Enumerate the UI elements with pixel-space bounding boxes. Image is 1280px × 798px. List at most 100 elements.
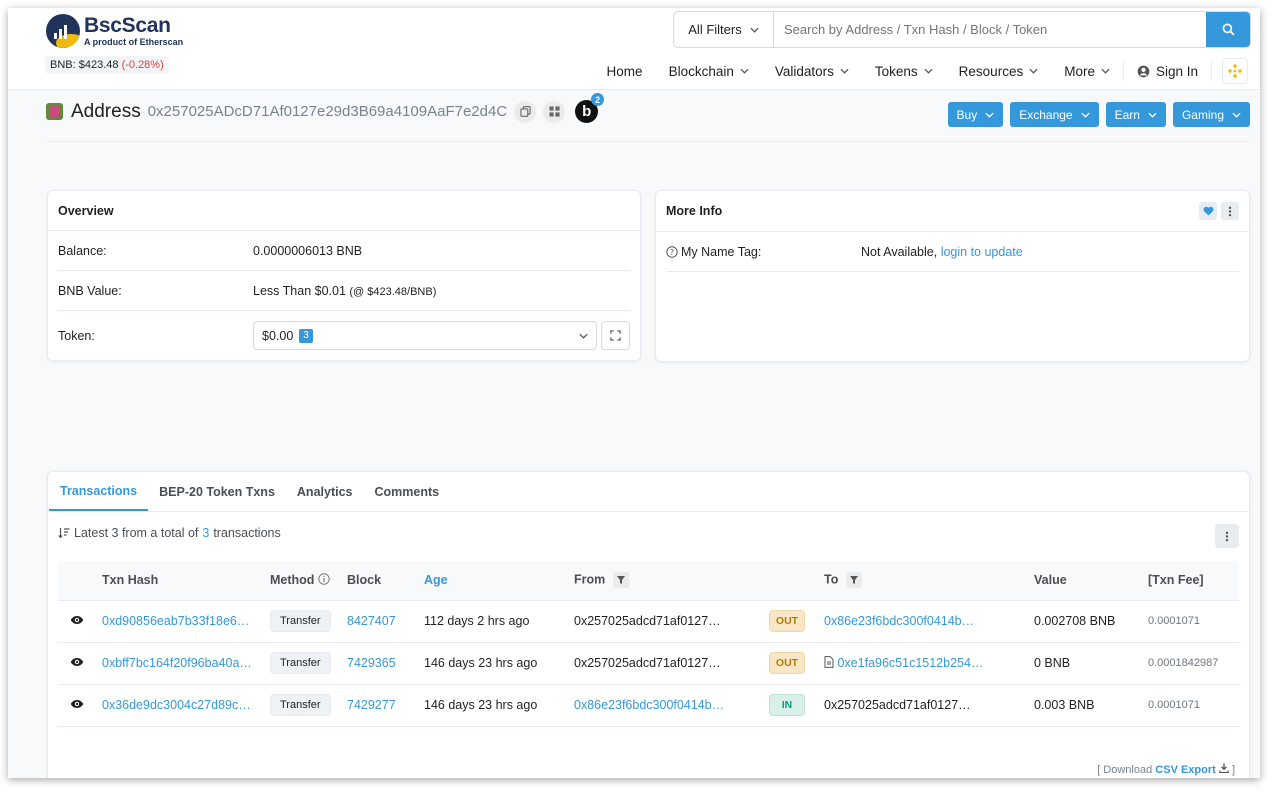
bnb-network-button[interactable] (1222, 58, 1248, 84)
blockscan-chat-badge[interactable]: b 2 (575, 93, 605, 123)
tab-transactions[interactable]: Transactions (49, 472, 149, 511)
copy-address-button[interactable] (514, 100, 537, 123)
header-value: Value (1034, 561, 1148, 601)
login-to-update-link[interactable]: login to update (941, 245, 1023, 259)
txn-hash-link[interactable]: 0xbff7bc164f20f96ba40a… (102, 656, 252, 670)
more-info-card: More Info ? My Name Tag: Not Available, … (655, 190, 1250, 362)
from-address-link[interactable]: 0x86e23f6bdc300f0414b… (574, 698, 724, 712)
qr-code-icon (549, 106, 560, 117)
chevron-down-icon (924, 68, 933, 74)
txn-hash-link[interactable]: 0xd90856eab7b33f18e6… (102, 614, 249, 628)
header-age-toggle[interactable]: Age (424, 561, 574, 601)
svg-text:?: ? (670, 247, 674, 256)
info-circle-icon[interactable] (318, 573, 330, 585)
heart-icon (1203, 206, 1213, 216)
eye-icon[interactable] (70, 657, 84, 667)
heading-divider (46, 141, 1250, 142)
csv-export-link[interactable]: CSV Export (1155, 764, 1216, 776)
header-direction (769, 561, 824, 601)
gaming-button-label: Gaming (1181, 107, 1224, 122)
nav-sign-in[interactable]: Sign In (1124, 61, 1211, 81)
address-avatar (46, 103, 63, 120)
bnb-price[interactable]: BNB: $423.48 (-0.28%) (45, 56, 169, 74)
tab-analytics[interactable]: Analytics (286, 472, 364, 511)
chevron-down-icon (1029, 68, 1038, 74)
nav-more[interactable]: More (1051, 61, 1123, 81)
balance-label: Balance: (58, 243, 107, 258)
search-filter-select[interactable]: All Filters (674, 12, 774, 47)
table-row: 0xd90856eab7b33f18e6… Transfer 8427407 1… (58, 600, 1239, 643)
nav-home-label: Home (606, 63, 643, 79)
summary-prefix: Latest 3 from a total of (74, 526, 199, 540)
nav-home[interactable]: Home (594, 61, 656, 81)
nav-blockchain[interactable]: Blockchain (656, 61, 762, 81)
bscscan-logo[interactable]: BscScan A product of Etherscan (46, 14, 183, 48)
chevron-down-icon (985, 112, 994, 118)
header-to-label: To (824, 572, 839, 587)
more-options-button[interactable] (1221, 202, 1239, 220)
nav-validators[interactable]: Validators (762, 61, 862, 81)
exchange-button[interactable]: Exchange (1010, 102, 1099, 127)
header-txn-hash: Txn Hash (102, 561, 270, 601)
overview-card: Overview Balance: 0.0000006013 BNB BNB V… (47, 190, 641, 361)
to-address-link[interactable]: 0xe1fa96c51c1512b254… (837, 656, 983, 670)
from-address: 0x257025adcd71af0127… (574, 600, 769, 643)
bnb-logo-icon (1227, 63, 1243, 79)
earn-button-label: Earn (1114, 107, 1140, 122)
search-input[interactable] (774, 12, 1206, 47)
nav-divider (1211, 61, 1212, 81)
qr-code-button[interactable] (543, 100, 566, 123)
block-link[interactable]: 8427407 (347, 614, 396, 628)
summary-suffix: transactions (213, 526, 281, 540)
tab-comments[interactable]: Comments (364, 472, 451, 511)
value-cell: 0.002708 BNB (1034, 600, 1148, 643)
fee-cell: 0.0001842987 (1148, 642, 1239, 685)
header-to: To (824, 561, 1034, 601)
address-heading: Address 0x257025ADcD71Af0127e29d3B69a410… (46, 93, 605, 123)
transactions-summary: Latest 3 from a total of 3 transactions (58, 526, 281, 540)
fee-cell: 0.0001071 (1148, 684, 1239, 727)
bnb-value-row: BNB Value: Less Than $0.01 (@ $423.48/BN… (58, 271, 630, 311)
buy-button[interactable]: Buy (947, 102, 1004, 127)
eye-icon[interactable] (70, 615, 84, 625)
main-nav: Home Blockchain Validators Tokens Resour… (594, 58, 1248, 84)
filter-icon[interactable] (845, 572, 862, 589)
eye-icon[interactable] (70, 699, 84, 709)
direction-badge: OUT (769, 652, 805, 674)
table-options-button[interactable] (1215, 524, 1239, 548)
chevron-down-icon (750, 27, 759, 33)
txn-hash-link[interactable]: 0x36de9dc3004c27d89c… (102, 698, 251, 712)
nav-resources[interactable]: Resources (946, 61, 1052, 81)
header-method-label: Method (270, 573, 315, 588)
from-address: 0x257025adcd71af0127… (574, 642, 769, 685)
token-holdings-dropdown[interactable]: $0.00 3 (253, 321, 597, 350)
method-badge: Transfer (270, 694, 331, 716)
block-link[interactable]: 7429365 (347, 656, 396, 670)
nav-tokens[interactable]: Tokens (862, 61, 946, 81)
summary-count[interactable]: 3 (202, 526, 209, 540)
chevron-down-icon (1232, 112, 1241, 118)
to-address-link[interactable]: 0x86e23f6bdc300f0414b… (824, 614, 974, 628)
earn-button[interactable]: Earn (1105, 102, 1166, 127)
transactions-card: Transactions BEP-20 Token Txns Analytics… (47, 471, 1250, 778)
search-button[interactable] (1206, 12, 1250, 47)
filter-icon[interactable] (612, 572, 629, 589)
method-badge: Transfer (270, 610, 331, 632)
fee-cell: 0.0001071 (1148, 600, 1239, 643)
user-circle-icon (1137, 65, 1150, 77)
csv-suffix: ] (1231, 764, 1235, 776)
brand-tagline: A product of Etherscan (84, 37, 184, 47)
value-cell: 0 BNB (1034, 642, 1148, 685)
block-link[interactable]: 7429277 (347, 698, 396, 712)
tab-bep20-token-txns[interactable]: BEP-20 Token Txns (148, 472, 286, 511)
header-txn-fee[interactable]: [Txn Fee] (1148, 561, 1239, 601)
token-label: Token: (58, 328, 95, 343)
age-cell: 112 days 2 hrs ago (424, 600, 574, 643)
to-address: 0x257025adcd71af0127… (824, 684, 1034, 727)
token-row: Token: $0.00 3 (58, 311, 630, 360)
favorite-button[interactable] (1199, 202, 1217, 220)
sort-amount-icon (58, 528, 70, 539)
token-expand-button[interactable] (601, 321, 630, 350)
chevron-down-icon (1148, 112, 1157, 118)
gaming-button[interactable]: Gaming (1172, 102, 1250, 127)
